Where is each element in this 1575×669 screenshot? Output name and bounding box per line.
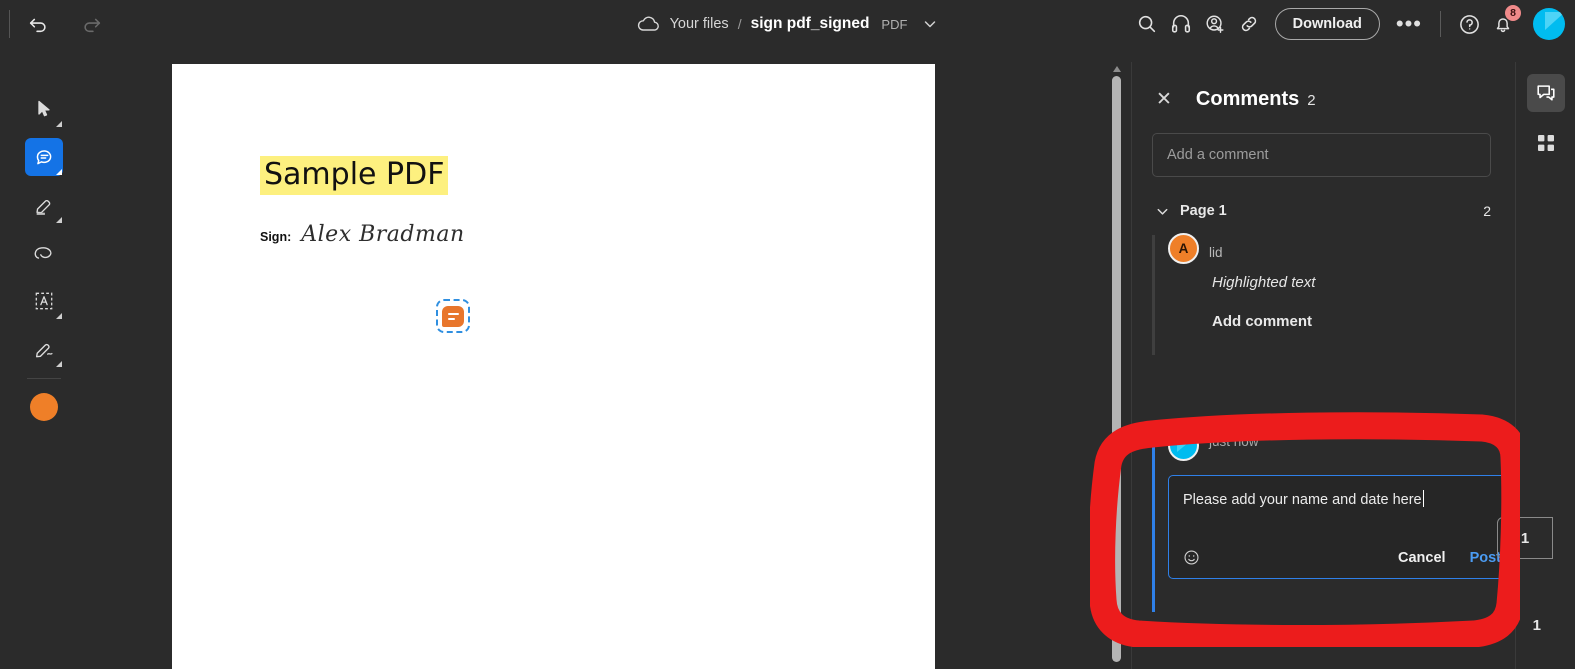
scroll-up-arrow-icon[interactable] bbox=[1113, 66, 1121, 72]
comment-pin-bubble bbox=[442, 305, 464, 327]
composer-text-value: Please add your name and date here bbox=[1183, 492, 1422, 508]
notifications-button[interactable]: 8 bbox=[1487, 5, 1521, 40]
redo-button[interactable] bbox=[76, 8, 108, 40]
sign-label: Sign: bbox=[260, 230, 292, 244]
add-comment-link[interactable]: Add comment bbox=[1212, 313, 1515, 330]
comments-group-count: 2 bbox=[1483, 203, 1491, 219]
more-options-button[interactable]: ••• bbox=[1390, 13, 1428, 35]
comments-panel-header: ✕ Comments 2 bbox=[1132, 62, 1515, 111]
chevron-down-icon[interactable] bbox=[922, 16, 938, 32]
toolbar-separator bbox=[27, 378, 61, 379]
thread-accent-bar bbox=[1152, 235, 1155, 355]
signature-row: Sign: Alex Bradman bbox=[260, 222, 465, 247]
chevron-down-icon[interactable] bbox=[1152, 204, 1172, 219]
breadcrumb-root[interactable]: Your files bbox=[670, 16, 729, 32]
cancel-button[interactable]: Cancel bbox=[1398, 550, 1446, 566]
toggle-comments-panel-button[interactable] bbox=[1526, 74, 1565, 112]
pdf-page: Sample PDF Sign: Alex Bradman bbox=[172, 64, 935, 669]
document-title-highlighted: Sample PDF bbox=[260, 156, 449, 195]
page-indicator-secondary: 1 bbox=[1532, 617, 1541, 634]
sidebar-item-text-box-tool[interactable] bbox=[25, 282, 63, 320]
toolbar-divider-right bbox=[1440, 11, 1441, 37]
avatar: A bbox=[1168, 233, 1199, 264]
comment-header: A lid bbox=[1168, 233, 1515, 264]
undo-button[interactable] bbox=[22, 8, 54, 40]
add-comment-input[interactable]: Add a comment bbox=[1152, 133, 1491, 177]
composer-actions: Cancel Post bbox=[1169, 549, 1515, 566]
comment-header: just now ⋯ bbox=[1168, 430, 1504, 461]
comment-composer[interactable]: Please add your name and date here Cance… bbox=[1168, 475, 1516, 579]
add-comment-placeholder: Add a comment bbox=[1167, 147, 1269, 163]
sidebar-item-select-tool[interactable] bbox=[25, 90, 63, 128]
tool-caret-icon bbox=[56, 313, 62, 319]
scrollbar-thumb[interactable] bbox=[1112, 76, 1121, 662]
emoji-smiley-icon[interactable] bbox=[1183, 549, 1200, 566]
sidebar-item-freehand-tool[interactable] bbox=[25, 234, 63, 272]
text-cursor bbox=[1422, 490, 1425, 507]
breadcrumb-separator: / bbox=[737, 16, 742, 32]
headphones-icon[interactable] bbox=[1165, 8, 1197, 40]
tool-caret-icon bbox=[56, 361, 62, 367]
sidebar-item-signature-tool[interactable] bbox=[25, 330, 63, 368]
sidebar-item-highlight-tool[interactable] bbox=[25, 186, 63, 224]
comments-panel: ✕ Comments 2 Add a comment Page 1 2 A li… bbox=[1131, 62, 1516, 669]
notification-badge: 8 bbox=[1505, 5, 1521, 21]
comment-pin-icon[interactable] bbox=[436, 299, 470, 333]
document-viewport: Sample PDF Sign: Alex Bradman bbox=[88, 62, 1110, 669]
add-person-icon[interactable] bbox=[1199, 8, 1231, 40]
breadcrumb-filename[interactable]: sign pdf_signed bbox=[751, 15, 870, 33]
toolbar-divider bbox=[9, 10, 10, 38]
cloud-icon bbox=[637, 12, 661, 36]
page-indicator[interactable]: 1 bbox=[1497, 517, 1553, 559]
search-icon[interactable] bbox=[1131, 8, 1163, 40]
comment-body: Highlighted text bbox=[1212, 274, 1316, 291]
tool-caret-icon bbox=[56, 121, 62, 127]
link-icon[interactable] bbox=[1233, 8, 1265, 40]
avatar bbox=[1168, 430, 1199, 461]
page-title: Comments bbox=[1195, 88, 1300, 110]
comment-thread-2[interactable]: just now ⋯ Please add your name and date… bbox=[1152, 430, 1516, 612]
comment-thread-1[interactable]: A lid Highlighted text Add comment bbox=[1152, 233, 1515, 355]
tool-caret-icon bbox=[56, 169, 62, 175]
comment-timestamp: just now bbox=[1209, 434, 1259, 449]
top-right-actions: Download ••• 8 bbox=[1131, 0, 1565, 48]
sidebar-item-comment-tool[interactable] bbox=[25, 138, 63, 176]
composer-input[interactable]: Please add your name and date here bbox=[1183, 490, 1425, 508]
close-icon[interactable]: ✕ bbox=[1156, 90, 1172, 109]
pdf-viewer-app: Your files / sign pdf_signed PDF Downloa… bbox=[0, 0, 1575, 669]
comments-group-label: Page 1 bbox=[1180, 203, 1227, 219]
tool-caret-icon bbox=[56, 217, 62, 223]
help-circle-icon[interactable] bbox=[1453, 8, 1485, 40]
undo-redo-group bbox=[22, 8, 108, 40]
right-sidebar: 1 1 bbox=[1497, 62, 1575, 669]
download-button[interactable]: Download bbox=[1274, 8, 1380, 40]
comments-count: 2 bbox=[1307, 92, 1316, 109]
tools-sidebar bbox=[0, 62, 88, 669]
signature-text: Alex Bradman bbox=[301, 222, 465, 247]
color-swatch[interactable] bbox=[30, 393, 58, 421]
file-type-label: PDF bbox=[881, 16, 908, 32]
thread-accent-bar-active bbox=[1152, 430, 1155, 612]
grid-apps-icon[interactable] bbox=[1527, 124, 1565, 162]
more-options-icon[interactable]: ⋯ bbox=[1481, 430, 1500, 449]
avatar[interactable] bbox=[1533, 8, 1565, 40]
comments-group-page-1[interactable]: Page 1 2 bbox=[1152, 203, 1491, 219]
document-scrollbar[interactable] bbox=[1110, 62, 1124, 669]
comment-author: lid bbox=[1209, 245, 1223, 260]
top-toolbar: Your files / sign pdf_signed PDF Downloa… bbox=[0, 0, 1575, 48]
